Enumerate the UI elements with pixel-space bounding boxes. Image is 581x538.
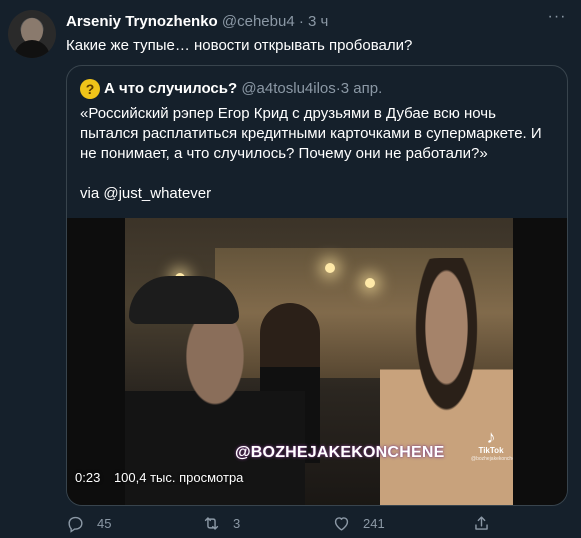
tiktok-logo: ♪ TikTok @bozhejakekonchene xyxy=(471,427,513,463)
more-options-icon[interactable]: ··· xyxy=(545,9,569,30)
video-light xyxy=(365,278,375,288)
quoted-author-handle: @a4toslu4ilos xyxy=(241,80,336,97)
author-name[interactable]: Arseniy Trynozhenko xyxy=(66,13,218,30)
video-meta: 0:23 100,4 тыс. просмотра xyxy=(75,468,253,488)
quoted-tweet[interactable]: ? А что случилось? @a4toslu4ilos · 3 апр… xyxy=(66,65,568,506)
video-player[interactable]: @BOZHEJAKEKONCHENE ♪ TikTok @bozhejakeko… xyxy=(67,218,567,505)
avatar-body xyxy=(14,40,50,58)
quoted-tweet-time: 3 апр. xyxy=(340,80,383,97)
tiktok-user: @bozhejakekonchene xyxy=(471,456,513,462)
video-frame: @BOZHEJAKEKONCHENE ♪ TikTok @bozhejakeko… xyxy=(125,218,513,505)
like-button[interactable]: 241 xyxy=(332,514,385,533)
heart-icon xyxy=(334,517,349,531)
reply-button[interactable]: 45 xyxy=(66,514,111,533)
retweet-button[interactable]: 3 xyxy=(202,514,240,533)
retweet-count: 3 xyxy=(233,516,241,531)
video-watermark: @BOZHEJAKEKONCHENE xyxy=(235,444,445,461)
quoted-author-avatar: ? xyxy=(80,79,100,99)
quoted-author-name: А что случилось? xyxy=(104,80,238,97)
video-duration: 0:23 xyxy=(75,470,101,485)
tiktok-icon: ♪ xyxy=(486,427,496,447)
retweet-icon xyxy=(204,517,219,530)
quoted-text-via: via @just_whatever xyxy=(80,185,212,202)
share-button[interactable] xyxy=(472,514,503,533)
tweet-text: Какие же тупые… новости открывать пробов… xyxy=(66,37,413,54)
tweet-header: Arseniy Trynozhenko @cehebu4 · 3 ч xyxy=(66,13,328,31)
share-icon xyxy=(475,516,488,530)
tiktok-label: TikTok xyxy=(478,446,504,455)
like-count: 241 xyxy=(363,516,385,531)
tweet-time[interactable]: 3 ч xyxy=(308,13,328,30)
video-views: 100,4 тыс. просмотра xyxy=(113,470,244,485)
reply-icon xyxy=(68,516,83,533)
video-person-cap xyxy=(129,276,239,324)
quoted-tweet-header: ? А что случилось? @a4toslu4ilos · 3 апр… xyxy=(80,79,382,99)
author-avatar[interactable] xyxy=(8,10,56,58)
quoted-text-main: «Российский рэпер Егор Крид с друзьями в… xyxy=(80,105,542,162)
header-separator: · xyxy=(294,13,309,30)
reply-count: 45 xyxy=(97,516,112,531)
author-handle[interactable]: @cehebu4 xyxy=(222,13,295,30)
tweet[interactable]: Arseniy Trynozhenko @cehebu4 · 3 ч ··· К… xyxy=(0,0,581,538)
tweet-actions: 45 3 241 xyxy=(66,514,546,534)
video-person xyxy=(380,258,513,505)
video-light xyxy=(325,263,335,273)
quoted-tweet-text: «Российский рэпер Егор Крид с друзьями в… xyxy=(80,104,558,224)
